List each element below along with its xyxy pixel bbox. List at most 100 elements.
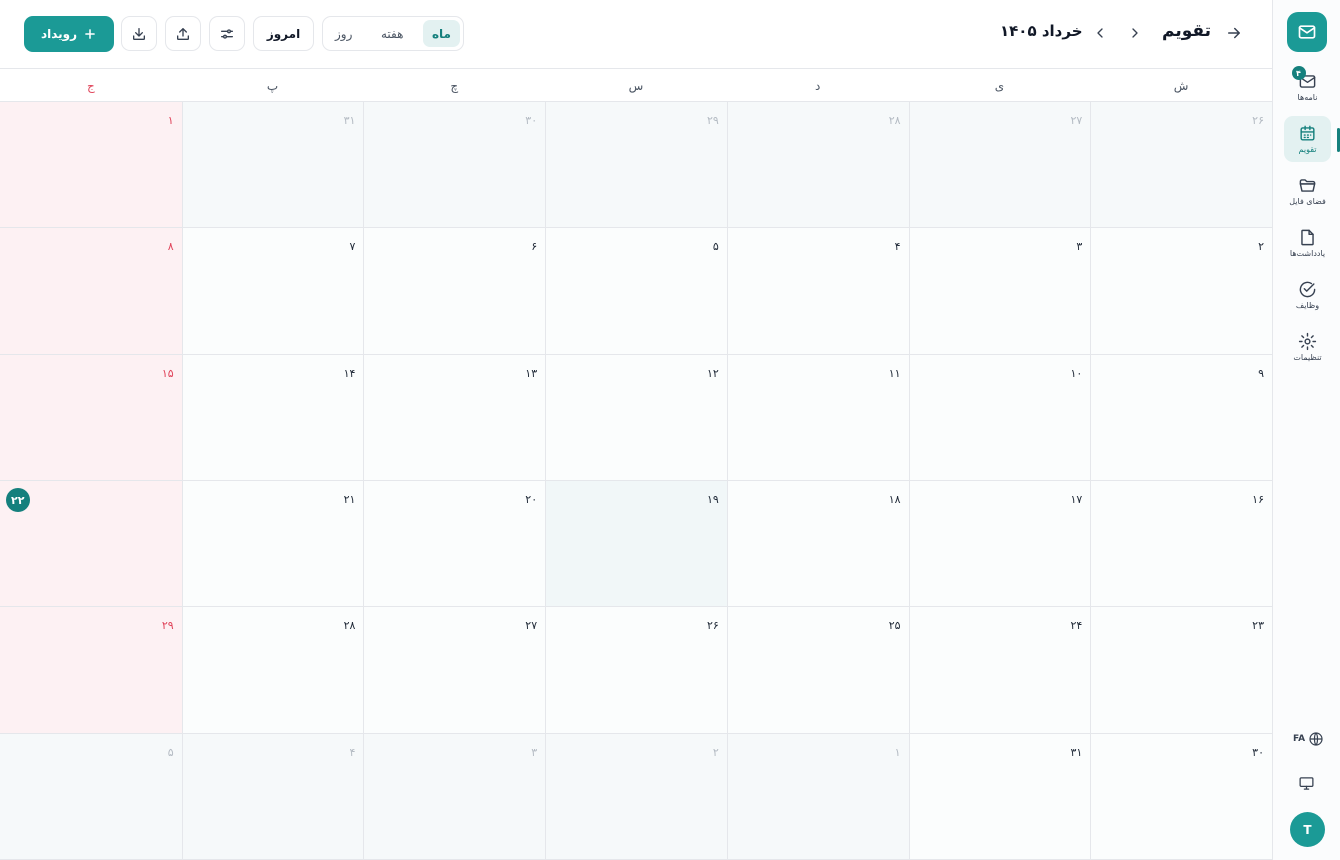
day-cell[interactable]: ۱۵ (0, 354, 182, 481)
day-cell[interactable]: ۱ (0, 102, 182, 229)
day-cell[interactable]: ۸ (0, 228, 182, 355)
weekday-label: چ (450, 78, 459, 93)
day-cell[interactable]: ۲۶ (1090, 102, 1272, 229)
day-number: ۷ (349, 240, 356, 254)
avatar[interactable]: T (1290, 812, 1325, 847)
day-cell[interactable]: ۲۶ (545, 607, 727, 734)
day-cell[interactable]: ۱۷ (908, 481, 1091, 608)
export-button[interactable] (165, 16, 201, 51)
day-cell[interactable]: ۱ (726, 733, 909, 860)
day-number: ۲۸ (343, 619, 356, 633)
day-cell[interactable]: ۲۹ (0, 607, 182, 734)
sidebar-item-calendar[interactable]: تقویم (1284, 116, 1331, 162)
day-number: ۲۵ (888, 619, 901, 633)
sliders-icon (221, 28, 233, 39)
day-number: ۱۸ (888, 493, 901, 506)
day-number: ۲۶ (1252, 114, 1264, 127)
sidebar: ۴ نامه‌ها تقویم فضای فایل یادداشت‌ها وظا… (1272, 0, 1340, 860)
next-month-button[interactable] (1092, 25, 1108, 45)
sidebar-item-label: نامه‌ها (1297, 93, 1318, 102)
day-number: ۱۱ (888, 366, 901, 380)
note-icon (1298, 227, 1318, 247)
download-icon (133, 27, 145, 40)
day-number: ۹ (1258, 366, 1264, 380)
mail-icon: ۴ (1291, 66, 1318, 91)
day-cell[interactable]: ۲۹ (545, 102, 727, 229)
avatar-initial: T (1303, 822, 1312, 837)
day-cell[interactable]: ۲۳ (1090, 607, 1272, 734)
day-cell[interactable]: ۲۰ (363, 481, 546, 608)
day-cell[interactable]: ۳۰ (363, 102, 546, 229)
day-cell[interactable]: ۱۰ (908, 354, 1091, 481)
import-button[interactable] (121, 16, 157, 51)
day-cell[interactable]: ۱۲ (545, 354, 727, 481)
back-arrow-icon[interactable] (1225, 24, 1243, 46)
language-switcher[interactable]: FA (1293, 731, 1324, 747)
sidebar-item-notes[interactable]: یادداشت‌ها (1284, 220, 1331, 266)
day-cell[interactable]: ۳ (363, 733, 546, 860)
day-cell[interactable]: ۹ (1090, 354, 1272, 481)
day-number: ۱۴ (343, 366, 356, 380)
weekday-label: س (628, 78, 644, 93)
weekday-label: ی (994, 78, 1005, 93)
day-number: ۲ (1258, 240, 1264, 254)
day-number: ۴ (349, 745, 356, 759)
day-number: ۲۰ (525, 493, 538, 506)
day-cell[interactable]: ۲۷ (363, 607, 546, 734)
day-cell[interactable]: ۱۴ (181, 354, 364, 481)
day-cell[interactable]: ۲۷ (908, 102, 1091, 229)
plus-icon (85, 29, 95, 39)
day-cell[interactable]: ۳۱ (181, 102, 364, 229)
day-number: ۳ (1076, 240, 1083, 254)
day-cell[interactable]: ۶ (363, 228, 546, 355)
day-cell[interactable]: ۱۸ (726, 481, 909, 608)
weekday-label: ج (86, 78, 95, 93)
filter-button[interactable] (209, 16, 245, 51)
app-logo[interactable] (1287, 12, 1327, 52)
day-cell[interactable]: ۲۸ (726, 102, 909, 229)
day-number: ۳۰ (1252, 745, 1264, 759)
sidebar-item-files[interactable]: فضای فایل (1284, 168, 1331, 214)
day-cell[interactable]: ۳ (908, 228, 1091, 355)
day-number: ۵ (712, 240, 719, 254)
gear-icon (1298, 331, 1318, 351)
day-cell[interactable]: ۱۳ (363, 354, 546, 481)
day-cell[interactable]: ۵ (545, 228, 727, 355)
today-button[interactable]: امروز (253, 16, 314, 51)
display-mode-button[interactable] (1298, 775, 1315, 796)
view-week-tab[interactable]: هفته (372, 20, 412, 47)
sidebar-item-label: تنظیمات (1293, 353, 1322, 362)
add-event-button[interactable]: رویداد (24, 16, 114, 52)
day-cell[interactable]: ۱۶ (1090, 481, 1272, 608)
day-number: ۱۲ (707, 366, 719, 380)
check-circle-icon (1298, 279, 1318, 299)
sidebar-item-tasks[interactable]: وظایف (1284, 272, 1331, 318)
day-cell[interactable]: ۲ (545, 733, 727, 860)
day-number: ۳۱ (343, 114, 356, 127)
view-month-tab[interactable]: ماه (422, 20, 460, 47)
day-cell-today[interactable]: ۲۲ (0, 481, 182, 608)
day-cell[interactable]: ۴ (181, 733, 364, 860)
day-cell[interactable]: ۳۱ (908, 733, 1091, 860)
day-cell[interactable]: ۲۵ (726, 607, 909, 734)
sidebar-item-mail[interactable]: ۴ نامه‌ها (1284, 64, 1331, 110)
day-number: ۱۳ (525, 366, 538, 380)
day-number: ۳ (531, 745, 538, 759)
day-cell[interactable]: ۱۹ (545, 481, 727, 608)
weekday-header: شیدسچپج (0, 68, 1272, 102)
day-number: ۲۲ (5, 488, 30, 512)
day-cell[interactable]: ۲۴ (908, 607, 1091, 734)
day-cell[interactable]: ۵ (0, 733, 182, 860)
day-cell[interactable]: ۲ (1090, 228, 1272, 355)
previous-month-button[interactable] (1127, 25, 1143, 45)
calendar-icon (1298, 123, 1318, 143)
day-cell[interactable]: ۲۸ (181, 607, 364, 734)
day-cell[interactable]: ۲۱ (181, 481, 364, 608)
sidebar-item-settings[interactable]: تنظیمات (1284, 324, 1331, 370)
view-day-tab[interactable]: روز (326, 20, 361, 47)
day-cell[interactable]: ۷ (181, 228, 364, 355)
day-cell[interactable]: ۱۱ (726, 354, 909, 481)
day-cell[interactable]: ۴ (726, 228, 909, 355)
day-number: ۱۵ (161, 366, 174, 380)
day-cell[interactable]: ۳۰ (1090, 733, 1272, 860)
